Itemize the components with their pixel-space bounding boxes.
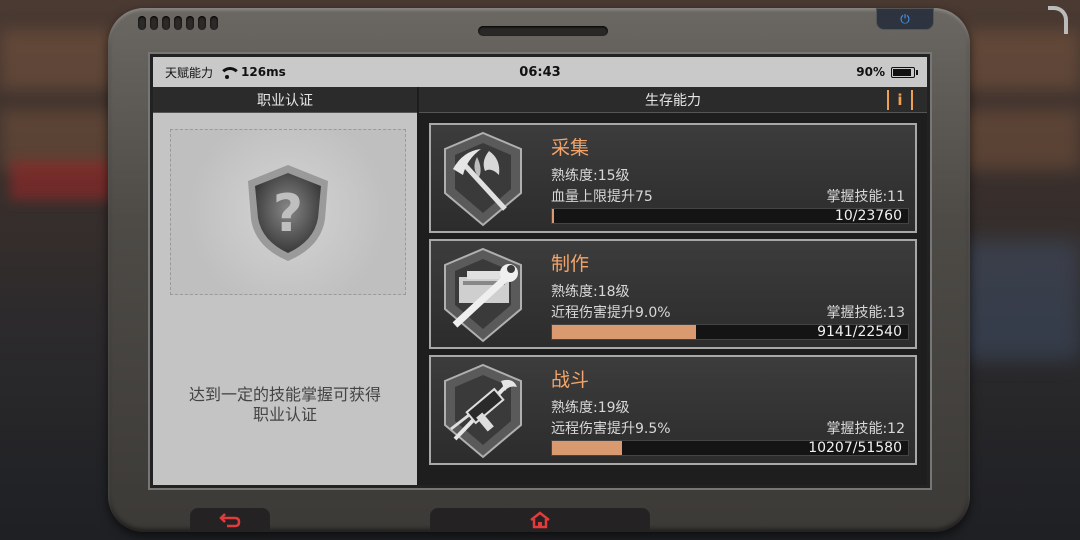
skill-name: 采集 (551, 137, 590, 159)
skill-progress-bar: 10207/51580 (551, 440, 909, 456)
certification-slot[interactable]: ? (170, 129, 406, 295)
power-button[interactable]: ⏻ (876, 8, 934, 30)
battery-percent: 90% (856, 65, 885, 79)
device-screen: 天赋能力 126ms 06:43 90% 职业认证 ? 达到一定的技能掌握可获得… (150, 54, 930, 488)
ping-label: 126ms (241, 65, 286, 79)
skill-progress-fill (552, 209, 554, 223)
skill-card-combat[interactable]: 战斗 熟练度:19级 远程伤害提升9.5% 掌握技能:12 10207/5158… (429, 355, 917, 465)
survival-panel: 生存能力 i 采集 熟练度:15级 血量上限提升75 掌握技能:11 10/23… (419, 87, 927, 485)
certification-header: 职业认证 (153, 87, 417, 113)
skill-progress-fill (552, 441, 623, 455)
skill-mastery: 掌握技能:11 (826, 189, 905, 205)
battery-icon (891, 66, 918, 78)
hook-icon (1048, 6, 1068, 34)
skill-mastery: 掌握技能:12 (826, 421, 905, 437)
skill-progress-text: 10/23760 (834, 208, 902, 224)
power-icon: ⏻ (900, 11, 910, 26)
survival-header: 生存能力 i (419, 87, 927, 113)
info-button[interactable]: i (887, 90, 913, 110)
skill-bonus: 血量上限提升75 (551, 189, 653, 205)
skill-progress-bar: 10/23760 (551, 208, 909, 224)
wifi-icon (219, 66, 242, 79)
pickaxe-icon (444, 131, 522, 227)
certification-hint-line1: 达到一定的技能掌握可获得 (188, 385, 381, 404)
certification-hint: 达到一定的技能掌握可获得 职业认证 (153, 385, 417, 425)
clock: 06:43 (519, 64, 561, 80)
skill-bonus: 远程伤害提升9.5% (551, 421, 671, 437)
speaker-grill (138, 16, 218, 30)
skill-progress-fill (552, 325, 697, 339)
home-icon (530, 511, 550, 529)
skill-progress-text: 9141/22540 (817, 324, 902, 340)
status-bar: 天赋能力 126ms 06:43 90% (153, 57, 927, 87)
carrier-label: 天赋能力 (165, 65, 214, 80)
svg-text:?: ? (273, 184, 303, 244)
skill-card-crafting[interactable]: 制作 熟练度:18级 近程伤害提升9.0% 掌握技能:13 9141/22540 (429, 239, 917, 349)
certification-panel: 职业认证 ? 达到一定的技能掌握可获得 职业认证 (153, 87, 417, 485)
top-slot (478, 26, 608, 36)
back-arrow-icon (219, 513, 241, 528)
info-icon: i (897, 91, 903, 109)
skill-name: 制作 (551, 253, 590, 275)
survival-title: 生存能力 (645, 92, 701, 109)
skill-level: 熟练度:19级 (551, 400, 630, 416)
home-button[interactable] (430, 508, 650, 532)
back-button[interactable] (190, 508, 270, 532)
skill-name: 战斗 (551, 369, 590, 391)
skill-progress-text: 10207/51580 (808, 440, 902, 456)
skill-bonus: 近程伤害提升9.0% (551, 305, 671, 321)
skill-mastery: 掌握技能:13 (826, 305, 905, 321)
unknown-shield-icon: ? (248, 165, 328, 261)
skill-level: 熟练度:15级 (551, 168, 630, 184)
wrench-icon (444, 247, 522, 343)
skill-level: 熟练度:18级 (551, 284, 630, 300)
skill-progress-bar: 9141/22540 (551, 324, 909, 340)
gun-icon (444, 363, 522, 459)
skill-card-gathering[interactable]: 采集 熟练度:15级 血量上限提升75 掌握技能:11 10/23760 (429, 123, 917, 233)
certification-hint-line2: 职业认证 (252, 405, 317, 424)
